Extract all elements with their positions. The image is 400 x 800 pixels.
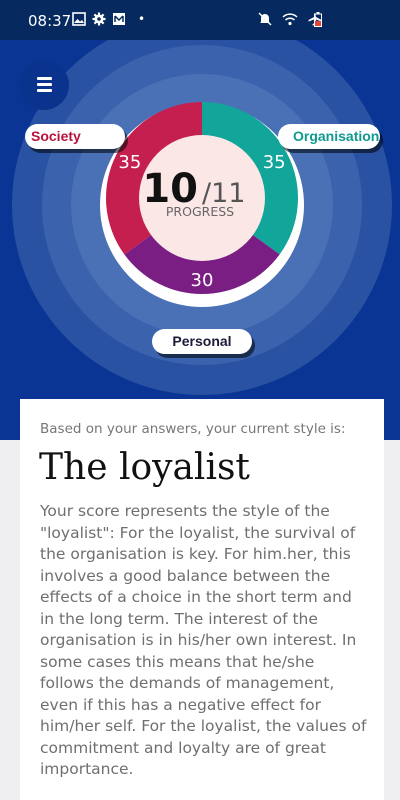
status-dot: •	[138, 12, 146, 26]
menu-button[interactable]	[19, 60, 69, 110]
mail-icon	[113, 13, 125, 25]
gear-icon	[92, 12, 106, 26]
segment-value-society: 35	[118, 152, 141, 173]
status-time: 08:37	[28, 12, 72, 30]
status-bar: 08:37 •	[0, 0, 400, 40]
organisation-label[interactable]: Organisation	[278, 124, 380, 149]
segment-value-organisation: 35	[263, 152, 286, 173]
segment-value-personal: 30	[191, 270, 214, 291]
wifi-icon	[282, 13, 298, 26]
result-description: Your score represents the style of the "…	[40, 502, 367, 778]
mute-icon	[258, 12, 272, 26]
image-icon	[72, 12, 86, 26]
result-card: Based on your answers, your current styl…	[20, 399, 384, 800]
result-intro: Based on your answers, your current styl…	[40, 421, 346, 437]
society-label[interactable]: Society	[25, 124, 125, 149]
battery-icon	[314, 12, 322, 27]
hamburger-menu-icon	[37, 77, 52, 80]
result-title: The loyalist	[39, 447, 250, 488]
progress-label: PROGRESS	[166, 204, 234, 219]
personal-label[interactable]: Personal	[152, 329, 252, 354]
